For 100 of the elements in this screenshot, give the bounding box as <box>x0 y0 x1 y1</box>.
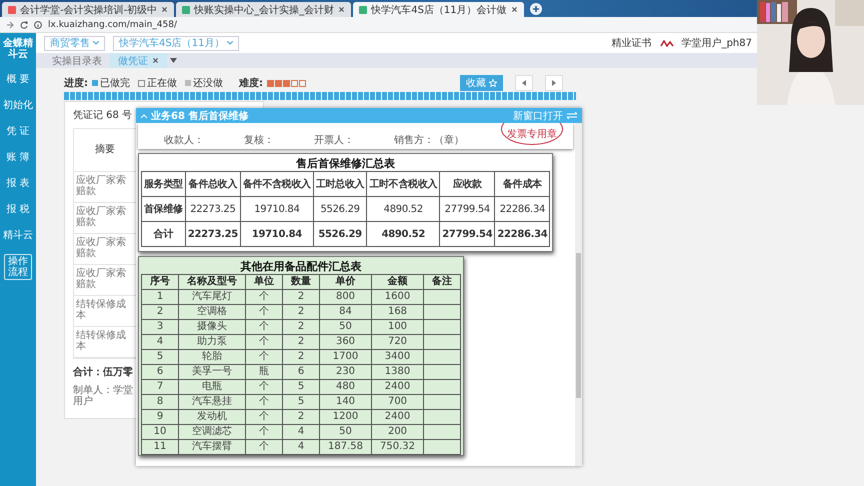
dropdown[interactable]: 快学汽车4S店（11月） <box>113 36 240 50</box>
certificate-link[interactable]: 精业证书 <box>612 36 652 50</box>
table-cell: 个 <box>246 334 282 350</box>
dropdown[interactable]: 商贸零售 <box>44 36 105 50</box>
new-tab-icon[interactable] <box>530 3 542 15</box>
table-cell: 6 <box>142 364 178 380</box>
open-window-link[interactable]: 新窗口打开 <box>513 108 563 122</box>
scrollbar-thumb[interactable] <box>576 253 581 398</box>
table-cell: 10 <box>142 424 178 440</box>
progress-grid[interactable] <box>64 92 576 100</box>
table-cell: 700 <box>372 394 424 410</box>
legend-label: 正在做 <box>147 77 177 90</box>
forward-icon[interactable] <box>6 20 14 28</box>
sidebar-item[interactable]: 概 要 <box>6 72 30 86</box>
table-cell: 美孚一号 <box>178 364 246 380</box>
left-arrow-icon[interactable] <box>522 80 526 86</box>
legend-label: 已做完 <box>100 76 130 90</box>
table-cell: 摄像头 <box>178 320 246 334</box>
close-icon[interactable] <box>161 6 168 13</box>
table-cell: 5 <box>282 394 320 410</box>
close-icon[interactable] <box>510 6 518 13</box>
table-cell: 9 <box>142 410 178 424</box>
swap-icon[interactable] <box>567 112 577 119</box>
table-cell: 19710.84 <box>240 196 314 222</box>
next-button[interactable] <box>545 75 563 91</box>
browser-tab[interactable]: 快学汽车4S店（11月）会计做 <box>353 2 524 17</box>
sidebar-item[interactable]: 初始化 <box>3 98 33 112</box>
legend-swatch <box>92 80 98 86</box>
table-cell: 电瓶 <box>178 380 246 394</box>
table-cell: 27799.54 <box>440 196 495 222</box>
star-icon[interactable] <box>489 79 497 87</box>
page-icon <box>8 6 16 14</box>
table-cell: 84 <box>320 304 372 320</box>
table-cell: 5 <box>282 380 320 394</box>
guide-button[interactable]: 操作流程 <box>4 254 32 280</box>
table-cell: 480 <box>320 380 372 394</box>
close-icon[interactable] <box>152 57 159 64</box>
browser-tab[interactable]: 会计学堂-会计实操培训-初级中 <box>2 2 174 17</box>
column-header: 工时不含税收入 <box>366 172 440 196</box>
sidebar-item[interactable]: 精斗云 <box>3 228 33 242</box>
sidebar-item[interactable]: 账 簿 <box>6 150 30 164</box>
table-cell: 50 <box>320 424 372 440</box>
previous-button[interactable] <box>515 75 533 91</box>
table-cell: 空调格 <box>178 304 246 320</box>
page-tab[interactable]: 实操目录表 <box>44 53 110 68</box>
table-cell: 汽车尾灯 <box>178 290 246 304</box>
table-cell: 720 <box>372 334 424 350</box>
sidebar-item[interactable]: 报 表 <box>6 176 30 190</box>
column-header: 数量 <box>282 274 320 290</box>
table-cell: 22286.34 <box>494 196 550 222</box>
popup-header[interactable]: 业务68 售后首保维修 新窗口打开 <box>136 108 582 123</box>
table-cell: 2 <box>282 334 320 350</box>
column-header: 单位 <box>246 274 282 290</box>
table-cell: 个 <box>246 290 282 304</box>
table-cell: 合计 <box>142 222 186 246</box>
table-cell: 4890.52 <box>366 222 440 246</box>
table-cell: 瓶 <box>246 364 282 380</box>
difficulty-label: 难度: <box>239 76 263 90</box>
caret-icon[interactable] <box>170 58 177 63</box>
legend-swatch <box>185 80 191 86</box>
close-icon[interactable] <box>338 6 346 13</box>
column-header: 备件总收入 <box>185 172 240 196</box>
table-cell: 5526.29 <box>313 222 367 246</box>
collect-button[interactable]: 收藏 <box>460 75 503 91</box>
table-cell: 轮胎 <box>178 350 246 364</box>
invoice-field: 复核： <box>244 133 274 147</box>
table-cell: 2400 <box>372 380 424 394</box>
progress-label: 进度: <box>64 76 88 90</box>
page-tab[interactable]: 做凭证 <box>110 53 167 68</box>
table-cell: 8 <box>142 394 178 410</box>
table-cell: 4 <box>142 334 178 350</box>
browser-tab[interactable]: 快账实操中心_会计实操_会计财 <box>176 2 352 17</box>
table-cell: 3400 <box>372 350 424 364</box>
table-cell: 2 <box>282 320 320 334</box>
sidebar-item[interactable]: 凭 证 <box>6 124 30 138</box>
table-cell: 发动机 <box>178 410 246 424</box>
table-cell: 50 <box>320 320 372 334</box>
info-icon[interactable] <box>34 20 42 28</box>
table-cell: 6 <box>282 364 320 380</box>
table-cell: 360 <box>320 334 372 350</box>
table-cell: 22273.25 <box>185 222 240 246</box>
right-arrow-icon[interactable] <box>552 80 556 86</box>
caret-icon[interactable] <box>227 41 234 45</box>
address-field[interactable]: lx.kuaizhang.com/main_458/ <box>48 20 178 30</box>
reload-icon[interactable] <box>20 20 28 28</box>
popup-title: 业务68 售后首保维修 <box>151 109 248 122</box>
table-cell: 个 <box>246 440 282 454</box>
table-cell: 187.58 <box>320 440 372 454</box>
table-cell: 个 <box>246 320 282 334</box>
user-name[interactable]: 学堂用户_ph87 <box>682 36 752 50</box>
table-cell: 2 <box>282 304 320 320</box>
caret-icon[interactable] <box>93 41 99 45</box>
sidebar-item[interactable]: 报 税 <box>6 202 30 216</box>
table-cell: 2 <box>282 350 320 364</box>
table-cell: 3 <box>142 320 178 334</box>
collapse-icon[interactable] <box>141 114 147 118</box>
maker-text: 制单人：学堂用户 <box>73 384 134 408</box>
column-header: 工时总收入 <box>313 172 367 196</box>
total-text: 合计：伍万零 <box>73 366 134 378</box>
table-cell: 19710.84 <box>240 222 314 246</box>
